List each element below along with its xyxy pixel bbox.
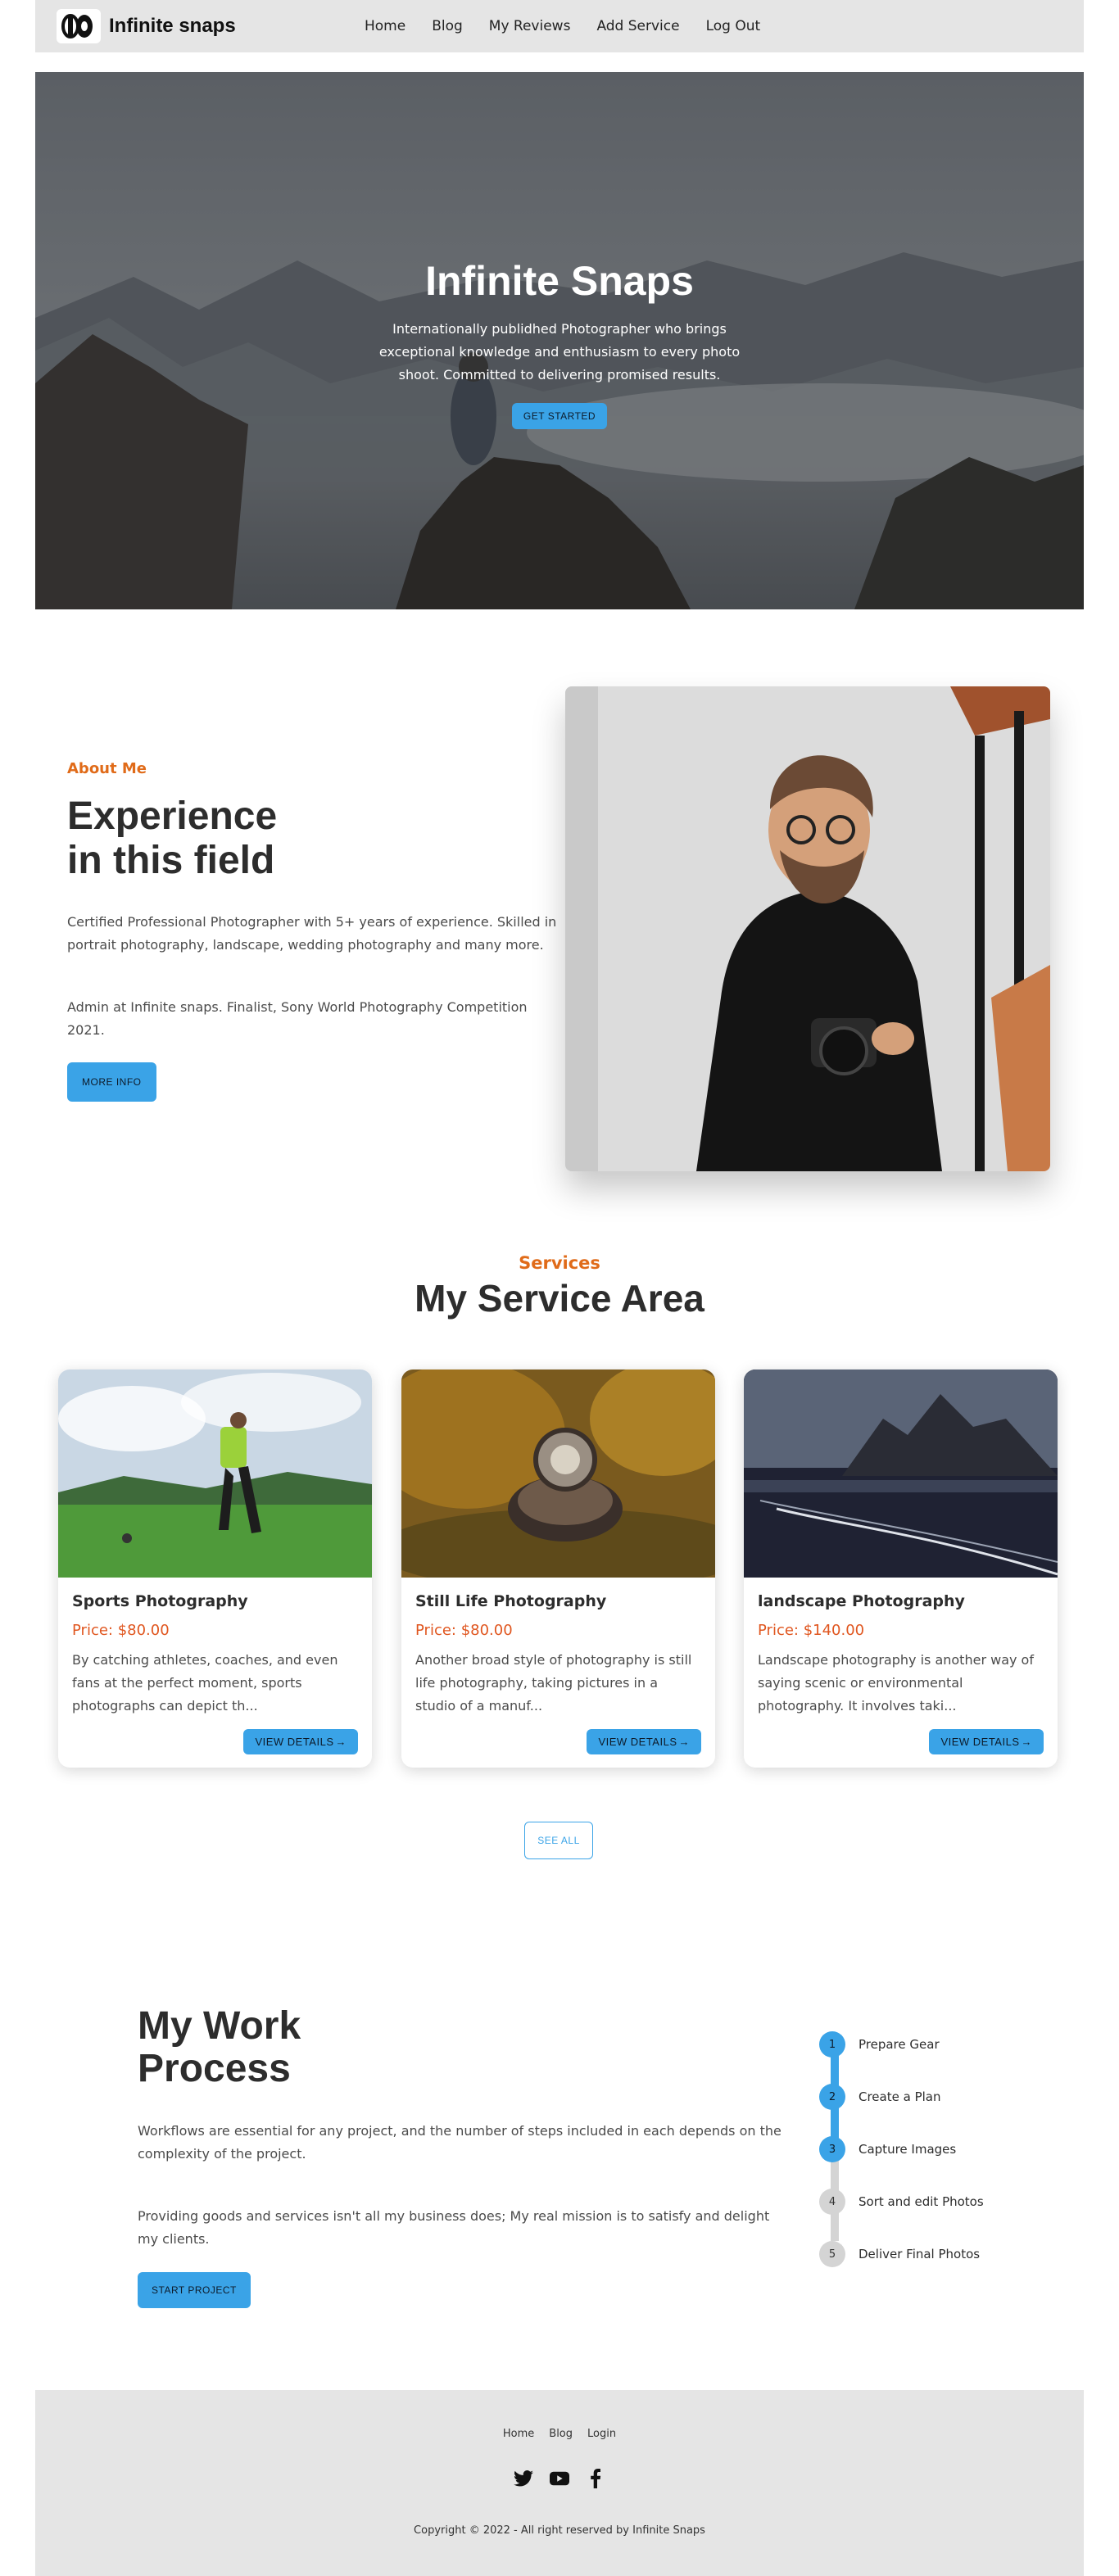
hero-content: Infinite Snaps Internationally publidhed… xyxy=(35,257,1084,429)
copyright-text: Copyright © 2022 - All right reserved by… xyxy=(414,2524,705,2537)
card-price: Price: $80.00 xyxy=(72,1622,170,1639)
service-card: Still Life Photography Price: $80.00 Ano… xyxy=(401,1369,715,1768)
youtube-icon[interactable] xyxy=(550,2469,569,2488)
brand[interactable]: Infinite snaps xyxy=(57,9,365,43)
services-title: My Service Area xyxy=(415,1277,704,1320)
step-label: Deliver Final Photos xyxy=(859,2247,981,2261)
process-step: 1 Prepare Gear xyxy=(819,2031,940,2058)
step-number: 5 xyxy=(819,2241,845,2267)
nav-blog-link[interactable]: Blog xyxy=(432,18,463,34)
photographer-portrait-image xyxy=(565,686,1050,1171)
card-title: Sports Photography xyxy=(72,1592,248,1610)
card-description: Another broad style of photography is st… xyxy=(415,1652,692,1714)
process-paragraph-1: Workflows are essential for any project,… xyxy=(138,2123,781,2162)
nav-log-out-link[interactable]: Log Out xyxy=(706,18,761,34)
service-card: Sports Photography Price: $80.00 By catc… xyxy=(58,1369,372,1768)
arrow-right-icon: → xyxy=(678,1736,690,1748)
hero-banner: Infinite Snaps Internationally publidhed… xyxy=(35,72,1084,609)
sports-photography-image xyxy=(58,1369,372,1578)
step-number: 3 xyxy=(819,2136,845,2162)
nav-links: Home Blog My Reviews Add Service Log Out xyxy=(365,18,760,34)
camera-logo-icon xyxy=(57,9,101,43)
step-label: Prepare Gear xyxy=(859,2037,940,2052)
step-label: Sort and edit Photos xyxy=(859,2194,984,2209)
footer: Home Blog Login Copyright © 2022 - All r… xyxy=(35,2390,1084,2576)
view-details-button[interactable]: VIEW DETAILS → xyxy=(587,1729,701,1754)
step-number: 4 xyxy=(819,2189,845,2215)
view-details-label: VIEW DETAILS xyxy=(940,1736,1020,1748)
card-description: Landscape photography is another way of … xyxy=(758,1652,1034,1714)
view-details-button[interactable]: VIEW DETAILS → xyxy=(929,1729,1044,1754)
arrow-right-icon: → xyxy=(335,1736,347,1748)
nav-home-link[interactable]: Home xyxy=(365,18,405,34)
process-step: 5 Deliver Final Photos xyxy=(819,2241,980,2267)
process-step: 2 Create a Plan xyxy=(819,2084,940,2110)
brand-name: Infinite snaps xyxy=(109,15,236,37)
footer-links: Home Blog Login xyxy=(35,2428,1084,2440)
arrow-right-icon: → xyxy=(1021,1736,1032,1748)
process-step: 4 Sort and edit Photos xyxy=(819,2189,984,2215)
card-price: Price: $80.00 xyxy=(415,1622,513,1639)
about-title: Experience in this field xyxy=(67,795,395,883)
about-paragraph-2: Admin at Infinite snaps. Finalist, Sony … xyxy=(67,999,528,1038)
view-details-label: VIEW DETAILS xyxy=(255,1736,334,1748)
more-info-button[interactable]: MORE INFO xyxy=(67,1062,156,1102)
nav-add-service-link[interactable]: Add Service xyxy=(596,18,679,34)
get-started-button[interactable]: GET STARTED xyxy=(511,403,608,429)
facebook-icon[interactable] xyxy=(586,2469,605,2488)
process-step: 3 Capture Images xyxy=(819,2136,956,2162)
process-steps: 1 Prepare Gear 2 Create a Plan 3 Capture… xyxy=(819,2031,1024,2267)
footer-home-link[interactable]: Home xyxy=(503,2428,534,2440)
nav-my-reviews-link[interactable]: My Reviews xyxy=(489,18,571,34)
card-title: landscape Photography xyxy=(758,1592,965,1610)
service-card: landscape Photography Price: $140.00 Lan… xyxy=(744,1369,1058,1768)
step-number: 1 xyxy=(819,2031,845,2058)
step-label: Capture Images xyxy=(859,2142,957,2157)
process-title-line1: My Work xyxy=(138,2004,301,2048)
footer-login-link[interactable]: Login xyxy=(587,2428,616,2440)
step-label: Create a Plan xyxy=(859,2089,941,2104)
start-project-button[interactable]: START PROJECT xyxy=(138,2272,251,2308)
still-life-photography-image xyxy=(401,1369,715,1578)
card-description: By catching athletes, coaches, and even … xyxy=(72,1652,338,1714)
view-details-button[interactable]: VIEW DETAILS → xyxy=(243,1729,358,1754)
process-paragraph-2: Providing goods and services isn't all m… xyxy=(138,2208,770,2247)
about-title-line2: in this field xyxy=(67,839,275,882)
about-title-line1: Experience xyxy=(67,795,278,838)
services-label: Services xyxy=(519,1253,600,1273)
about-paragraph-1: Certified Professional Photographer with… xyxy=(67,914,557,953)
card-price: Price: $140.00 xyxy=(758,1622,865,1639)
card-title: Still Life Photography xyxy=(415,1592,607,1610)
hero-title: Infinite Snaps xyxy=(425,258,694,304)
landscape-photography-image xyxy=(744,1369,1058,1578)
navbar: Infinite snaps Home Blog My Reviews Add … xyxy=(35,0,1084,52)
about-label: About Me xyxy=(67,760,147,777)
footer-blog-link[interactable]: Blog xyxy=(549,2428,573,2440)
process-title-line2: Process xyxy=(138,2047,291,2090)
step-number: 2 xyxy=(819,2084,845,2110)
footer-social xyxy=(35,2469,1084,2488)
hero-description: Internationally publidhed Photographer w… xyxy=(378,321,741,383)
process-title: My Work Process xyxy=(138,2005,383,2090)
view-details-label: VIEW DETAILS xyxy=(598,1736,677,1748)
see-all-button[interactable]: SEE ALL xyxy=(524,1822,593,1859)
twitter-icon[interactable] xyxy=(514,2469,533,2488)
